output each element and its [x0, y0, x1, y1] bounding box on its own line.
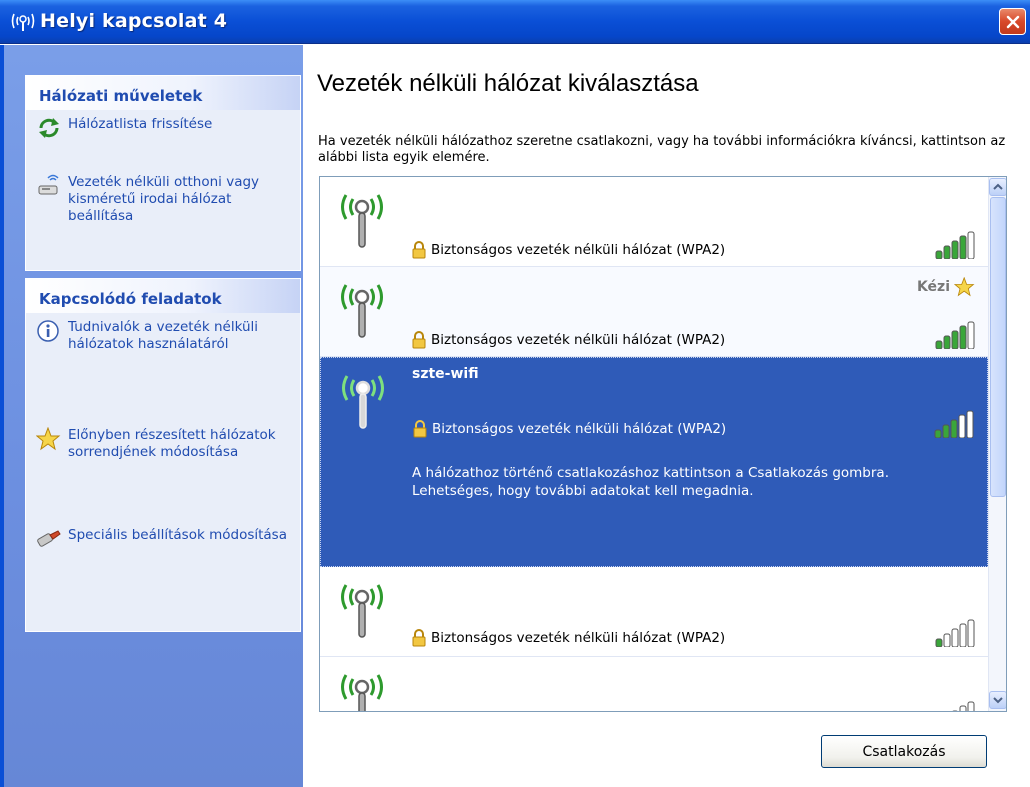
network-item-selected[interactable]: szte-wifi Biztonságos vezeték nélküli há… — [320, 357, 988, 567]
signal-strength-icon — [935, 231, 975, 259]
signal-bar — [951, 628, 959, 647]
network-list[interactable]: Biztonságos vezeték nélküli hálózat (WPA… — [319, 176, 1007, 712]
refresh-network-list-link[interactable]: Hálózatlista frissítése — [36, 116, 288, 140]
lock-icon — [412, 241, 426, 259]
signal-bar — [943, 633, 951, 647]
signal-bar — [952, 710, 958, 711]
signal-bar — [934, 429, 942, 438]
signal-bar — [959, 325, 967, 349]
signal-bar — [942, 424, 950, 438]
network-tasks-panel: Hálózati műveletek Hálózatlista frissíté… — [25, 75, 301, 271]
chevron-down-icon — [993, 697, 1003, 704]
signal-strength-icon — [935, 619, 975, 647]
scroll-thumb[interactable] — [990, 197, 1006, 497]
preferred-networks-order-link[interactable]: Előnyben részesített hálózatok sorrendjé… — [36, 427, 288, 461]
lock-icon — [412, 331, 426, 349]
signal-bar — [967, 619, 975, 647]
signal-bar — [950, 419, 958, 438]
signal-bar — [935, 340, 943, 349]
network-item[interactable]: Biztonságos vezeték nélküli hálózat (WPA… — [320, 567, 988, 657]
antenna-icon — [342, 375, 384, 429]
network-item[interactable]: Biztonságos vezeték nélküli hálózat (WPA… — [320, 177, 988, 267]
close-button[interactable] — [999, 8, 1026, 35]
signal-bar — [935, 250, 943, 259]
network-setup-icon — [38, 174, 59, 195]
signal-bar — [958, 414, 966, 438]
related-tasks-panel: Kapcsolódó feladatok Tudnivalók a vezeté… — [25, 278, 301, 632]
lock-icon — [413, 420, 427, 438]
setup-home-network-link[interactable]: Vezeték nélküli otthoni vagy kisméretű i… — [36, 174, 288, 225]
signal-bar — [951, 240, 959, 259]
connect-hint-text: A hálózathoz történő csatlakozáshoz katt… — [412, 465, 889, 499]
antenna-icon — [341, 194, 383, 248]
signal-bar — [966, 410, 974, 438]
wireless-network-icon — [11, 13, 35, 31]
security-label: Biztonságos vezeték nélküli hálózat (WPA… — [431, 242, 726, 258]
advanced-settings-link[interactable]: Speciális beállítások módosítása — [36, 527, 288, 551]
manual-badge: Kézi — [917, 277, 976, 297]
intro-text: Ha vezeték nélküli hálózathoz szeretne c… — [318, 134, 1006, 165]
signal-bar — [967, 701, 975, 711]
signal-bar — [935, 638, 943, 647]
security-status: Biztonságos vezeték nélküli hálózat (WPA… — [411, 629, 725, 647]
lock-icon — [412, 629, 426, 647]
scroll-up-button[interactable] — [989, 178, 1006, 196]
page-title: Vezeték nélküli hálózat kiválasztása — [317, 70, 699, 97]
star-icon — [36, 427, 61, 451]
related-tasks-heading: Kapcsolódó feladatok — [26, 279, 300, 313]
security-label: Biztonságos vezeték nélküli hálózat (WPA… — [432, 421, 727, 437]
settings-icon — [37, 530, 61, 547]
close-icon — [1006, 15, 1019, 28]
star-icon — [954, 277, 975, 297]
network-item[interactable] — [320, 657, 988, 711]
network-ssid: szte-wifi — [412, 366, 479, 382]
signal-bar — [967, 321, 975, 349]
signal-strength-icon — [952, 701, 975, 711]
signal-strength-icon — [935, 321, 975, 349]
connect-button[interactable]: Csatlakozás — [821, 735, 987, 768]
security-label: Biztonságos vezeték nélküli hálózat (WPA… — [431, 630, 726, 646]
window-title: Helyi kapcsolat 4 — [40, 10, 228, 32]
signal-bar — [943, 335, 951, 349]
scroll-down-button[interactable] — [989, 691, 1006, 709]
chevron-up-icon — [993, 183, 1003, 190]
wireless-info-link[interactable]: Tudnivalók a vezeték nélküli hálózatok h… — [36, 319, 288, 353]
security-label: Biztonságos vezeték nélküli hálózat (WPA… — [431, 332, 726, 348]
signal-bar — [967, 231, 975, 259]
vertical-scrollbar[interactable] — [988, 177, 1006, 711]
title-bar: Helyi kapcsolat 4 — [0, 0, 1030, 44]
antenna-icon — [341, 674, 383, 711]
security-status: Biztonságos vezeték nélküli hálózat (WPA… — [411, 241, 725, 259]
network-item[interactable]: Kézi Biztonságos vezeték nélküli hálózat… — [320, 267, 988, 357]
signal-bar — [959, 235, 967, 259]
security-status: Biztonságos vezeték nélküli hálózat (WPA… — [412, 420, 726, 438]
antenna-icon — [341, 584, 383, 638]
signal-bar — [959, 705, 967, 711]
refresh-icon — [39, 118, 59, 138]
info-icon — [37, 320, 59, 342]
signal-strength-icon — [934, 410, 974, 438]
network-tasks-heading: Hálózati műveletek — [26, 76, 300, 110]
signal-bar — [951, 330, 959, 349]
signal-bar — [943, 245, 951, 259]
signal-bar — [959, 623, 967, 647]
antenna-icon — [341, 284, 383, 338]
security-status: Biztonságos vezeték nélküli hálózat (WPA… — [411, 331, 725, 349]
task-sidebar: Hálózati műveletek Hálózatlista frissíté… — [0, 45, 303, 787]
